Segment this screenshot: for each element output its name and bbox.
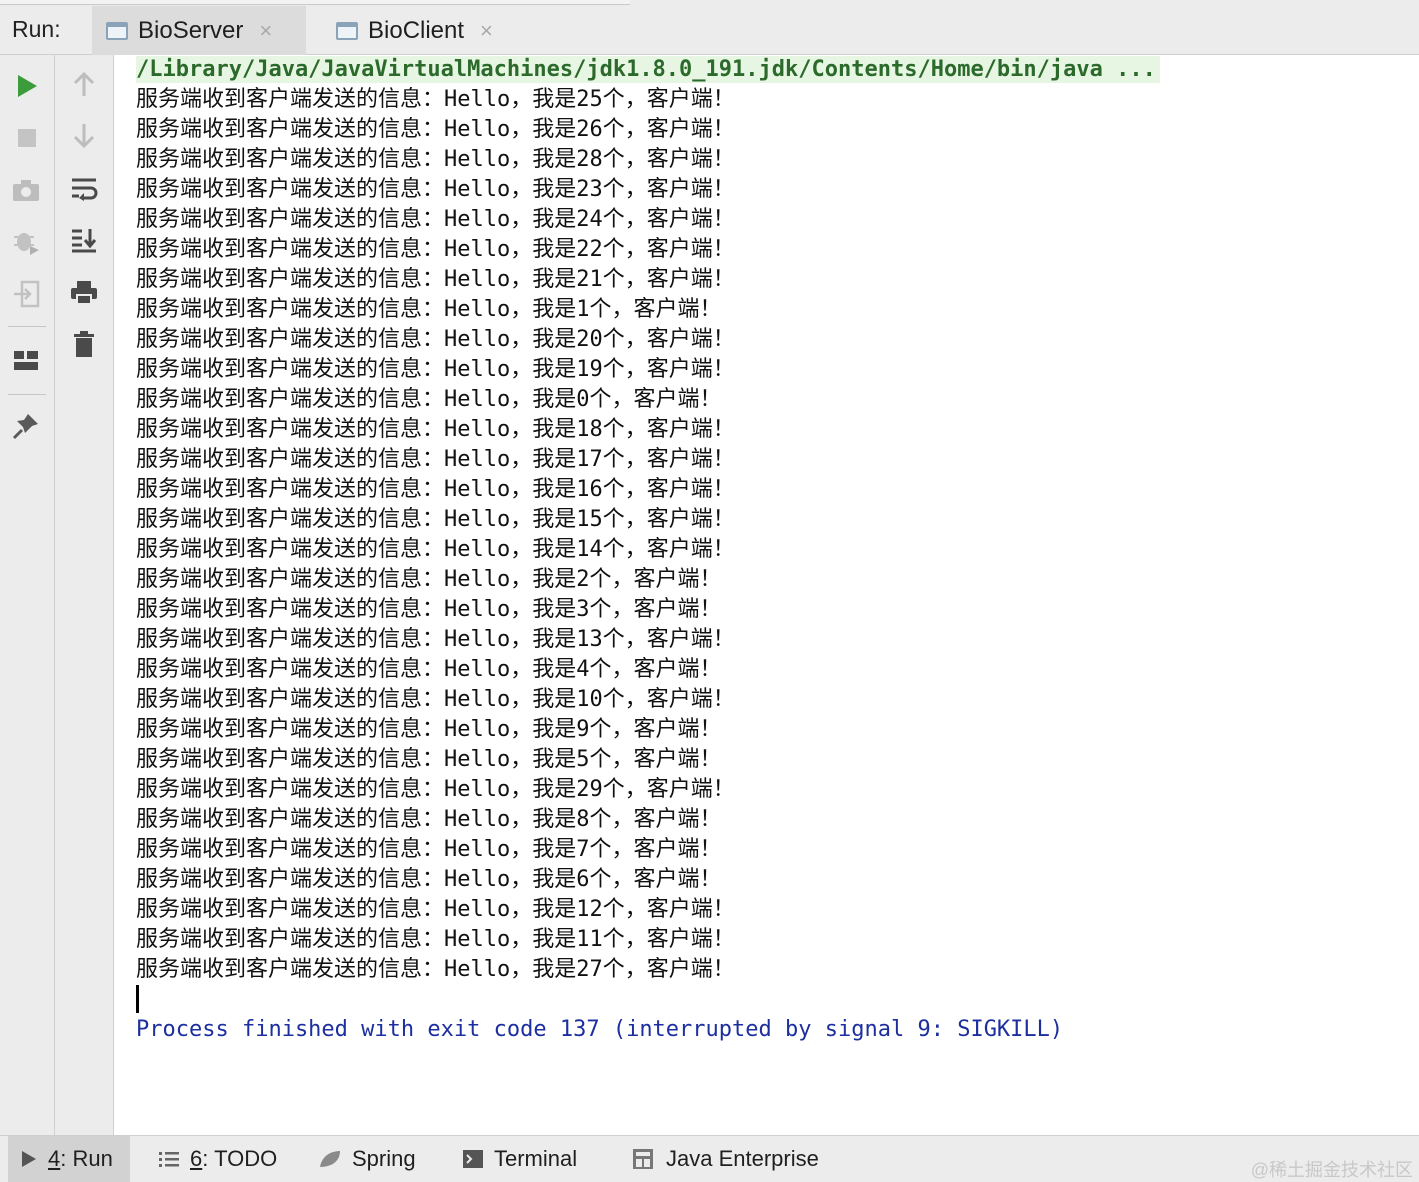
console-window-icon [106,21,128,40]
soft-wrap-icon[interactable] [68,172,100,204]
java-enterprise-icon [633,1149,653,1169]
console-line: 服务端收到客户端发送的信息：Hello，我是15个，客户端！ [136,507,735,532]
console-line: 服务端收到客户端发送的信息：Hello，我是1个，客户端！ [136,297,722,322]
toolbar-divider [8,326,46,327]
spring-leaf-icon [320,1151,340,1167]
up-arrow-icon[interactable] [68,68,100,100]
console-line: 服务端收到客户端发送的信息：Hello，我是23个，客户端！ [136,177,735,202]
layout-icon[interactable] [10,344,42,376]
console-line: 服务端收到客户端发送的信息：Hello，我是11个，客户端！ [136,927,735,952]
tab-bioserver[interactable]: BioServer × [92,6,306,55]
console-line: 服务端收到客户端发送的信息：Hello，我是25个，客户端！ [136,87,735,112]
pin-icon[interactable] [10,410,42,442]
console-line: 服务端收到客户端发送的信息：Hello，我是14个，客户端！ [136,537,735,562]
terminal-icon [463,1150,483,1168]
console-line: 服务端收到客户端发送的信息：Hello，我是22个，客户端！ [136,237,735,262]
console-line: 服务端收到客户端发送的信息：Hello，我是12个，客户端！ [136,897,735,922]
console-line: 服务端收到客户端发送的信息：Hello，我是28个，客户端！ [136,147,735,172]
console-line: 服务端收到客户端发送的信息：Hello，我是3个，客户端！ [136,597,722,622]
debug-icon[interactable] [10,226,42,258]
terminal-tool-button[interactable]: Terminal [450,1136,589,1182]
run-toolbar [0,55,55,1135]
output-lines: 服务端收到客户端发送的信息：Hello，我是25个，客户端！ 服务端收到客户端发送… [136,85,735,985]
text-cursor [136,985,139,1013]
run-tool-button[interactable]: 4: Run [8,1136,130,1182]
console-line: 服务端收到客户端发送的信息：Hello，我是16个，客户端！ [136,477,735,502]
process-exit-message: Process finished with exit code 137 (int… [136,1017,1064,1042]
print-icon[interactable] [68,276,100,308]
watermark: @稀土掘金技术社区 [1250,1160,1413,1180]
run-shortcut: 4 [48,1146,61,1171]
scroll-to-end-icon[interactable] [68,224,100,256]
run-icon[interactable] [11,70,43,102]
down-arrow-icon[interactable] [68,120,100,152]
console-line: 服务端收到客户端发送的信息：Hello，我是9个，客户端！ [136,717,722,742]
console-line: 服务端收到客户端发送的信息：Hello，我是20个，客户端！ [136,327,735,352]
console-line: 服务端收到客户端发送的信息：Hello，我是21个，客户端！ [136,267,735,292]
console-line: 服务端收到客户端发送的信息：Hello，我是2个，客户端！ [136,567,722,592]
console-line: 服务端收到客户端发送的信息：Hello，我是19个，客户端！ [136,357,735,382]
console-line: 服务端收到客户端发送的信息：Hello，我是13个，客户端！ [136,627,735,652]
stop-icon[interactable] [11,122,43,154]
console-line: 服务端收到客户端发送的信息：Hello，我是8个，客户端！ [136,807,722,832]
tool-window-bar: 4: Run 6: TODO Spring Terminal Java Ente… [0,1135,1419,1182]
tab-bioclient[interactable]: BioClient × [322,6,522,55]
java-command-line[interactable]: /Library/Java/JavaVirtualMachines/jdk1.8… [136,56,1160,83]
run-label: Run: [12,16,61,42]
console-line: 服务端收到客户端发送的信息：Hello，我是27个，客户端！ [136,957,735,982]
close-icon[interactable]: × [259,18,272,44]
console-line: 服务端收到客户端发送的信息：Hello，我是6个，客户端！ [136,867,722,892]
exit-icon[interactable] [10,278,42,310]
spring-tool-button[interactable]: Spring [306,1136,428,1182]
console-line: 服务端收到客户端发送的信息：Hello，我是5个，客户端！ [136,747,722,772]
tab-label: BioClient [368,16,465,44]
list-icon [159,1152,179,1167]
console-toolbar [55,55,114,1135]
console-line: 服务端收到客户端发送的信息：Hello，我是17个，客户端！ [136,447,735,472]
console-line: 服务端收到客户端发送的信息：Hello，我是26个，客户端！ [136,117,735,142]
terminal-label: Terminal [494,1146,578,1171]
spring-label: Spring [352,1146,416,1171]
camera-icon[interactable] [10,174,42,206]
run-icon [22,1151,36,1167]
console-output[interactable]: /Library/Java/JavaVirtualMachines/jdk1.8… [114,55,1419,1135]
console-line: 服务端收到客户端发送的信息：Hello，我是4个，客户端！ [136,657,722,682]
console-line: 服务端收到客户端发送的信息：Hello，我是18个，客户端！ [136,417,735,442]
console-line: 服务端收到客户端发送的信息：Hello，我是0个，客户端！ [136,387,722,412]
console-line: 服务端收到客户端发送的信息：Hello，我是7个，客户端！ [136,837,722,862]
toolbar-divider [8,394,46,395]
console-line: 服务端收到客户端发送的信息：Hello，我是29个，客户端！ [136,777,735,802]
run-label: : Run [60,1146,113,1171]
close-icon[interactable]: × [480,18,493,44]
todo-tool-button[interactable]: 6: TODO [146,1136,289,1182]
run-tool-window-header: Run: BioServer × BioClient × [0,0,1419,55]
editor-edge [0,0,630,5]
tab-label: BioServer [138,16,244,44]
trash-icon[interactable] [68,328,100,360]
java-enterprise-tool-button[interactable]: Java Enterprise [620,1136,831,1182]
console-line: 服务端收到客户端发送的信息：Hello，我是24个，客户端！ [136,207,735,232]
todo-shortcut: 6 [190,1146,203,1171]
todo-label: : TODO [202,1146,278,1171]
java-enterprise-label: Java Enterprise [666,1146,819,1171]
console-window-icon [336,21,358,40]
console-line: 服务端收到客户端发送的信息：Hello，我是10个，客户端！ [136,687,735,712]
